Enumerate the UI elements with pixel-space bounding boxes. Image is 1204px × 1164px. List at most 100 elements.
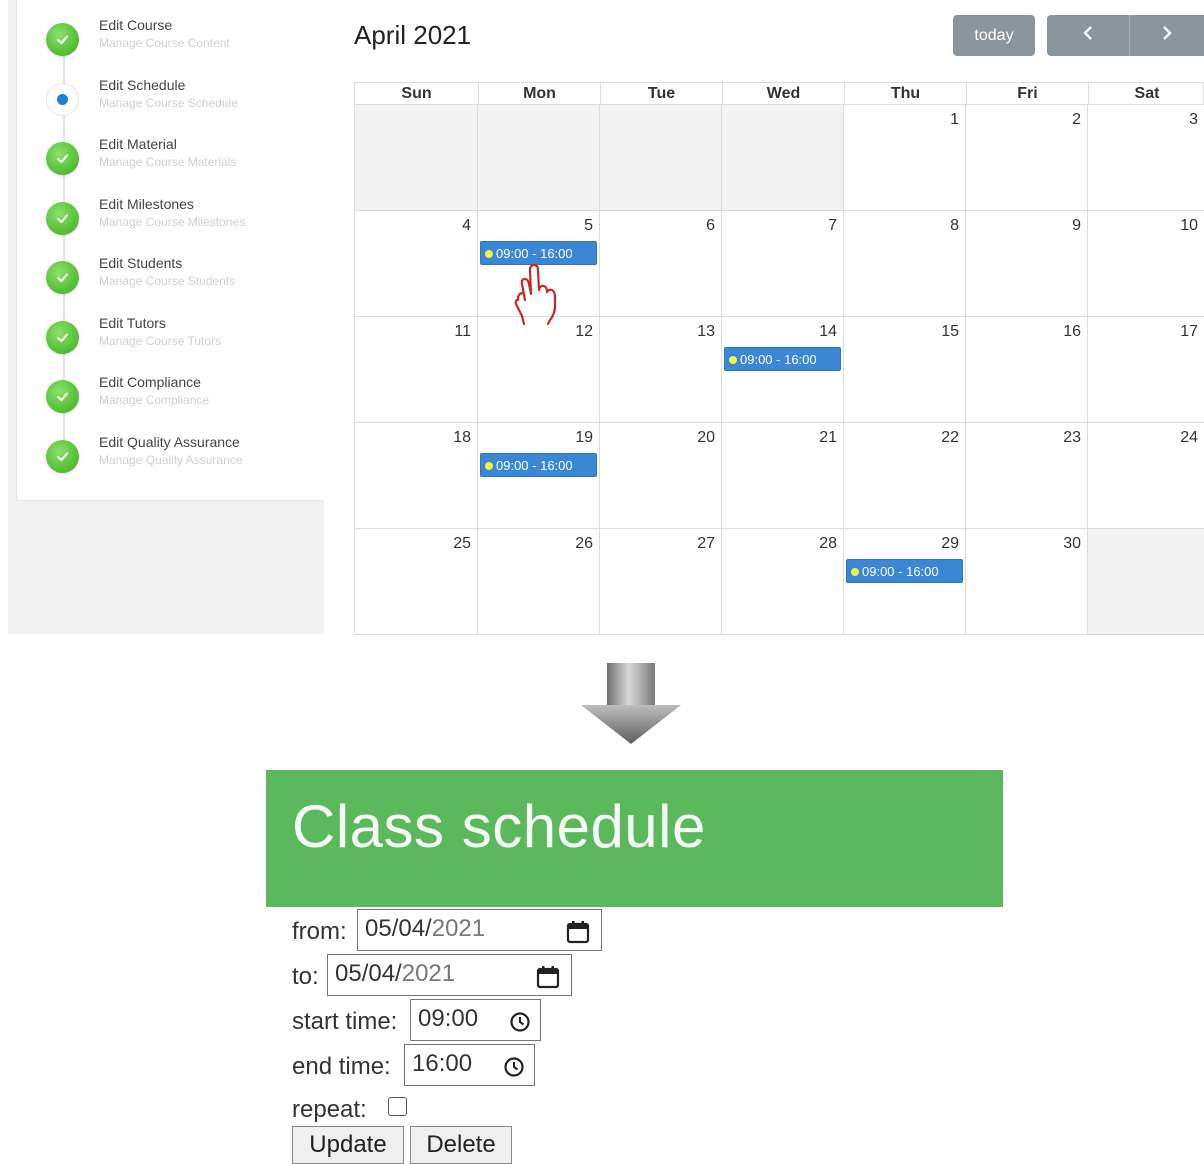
calendar-day-cell[interactable]: 1	[843, 105, 965, 211]
sidebar-step[interactable]: Edit Tutors Manage Course Tutors	[0, 315, 300, 365]
day-number: 17	[1180, 323, 1198, 340]
calendar-day-cell[interactable]: 14 09:00 - 16:00	[721, 317, 843, 423]
step-subtitle: Manage Course Content	[99, 36, 230, 50]
calendar-day-cell[interactable]	[1087, 529, 1204, 635]
day-number: 5	[584, 217, 593, 234]
calendar-day-cell[interactable]: 2	[965, 105, 1087, 211]
calendar-week-row: 18 19 09:00 - 16:00 20 21 22 23 24	[354, 423, 1204, 529]
step-title: Edit Milestones	[99, 196, 194, 212]
sidebar-step[interactable]: Edit Material Manage Course Materials	[0, 136, 300, 186]
calendar-event[interactable]: 09:00 - 16:00	[480, 453, 597, 477]
weekday-header: Mon	[478, 83, 600, 104]
calendar-day-cell[interactable]: 18	[354, 423, 477, 529]
day-number: 19	[575, 429, 593, 446]
calendar-day-cell[interactable]	[477, 105, 599, 211]
calendar-day-cell[interactable]	[721, 105, 843, 211]
calendar-day-cell[interactable]: 28	[721, 529, 843, 635]
calendar-day-cell[interactable]: 6	[599, 211, 721, 317]
calendar-day-cell[interactable]: 25	[354, 529, 477, 635]
current-step-dot-icon	[46, 83, 79, 116]
sidebar-step[interactable]: Edit Milestones Manage Course Milestones	[0, 196, 300, 246]
calendar-event[interactable]: 09:00 - 16:00	[846, 559, 963, 583]
step-subtitle: Manage Compliance	[99, 393, 210, 407]
end-time-value: 16:00	[412, 1050, 473, 1077]
event-time-label: 09:00 - 16:00	[496, 246, 573, 261]
calendar-month-grid: Sun Mon Tue Wed Thu Fri Sat 1 2 3 4 5 09:00 - 16:00…	[354, 82, 1204, 635]
calendar-day-cell[interactable]: 11	[354, 317, 477, 423]
calendar-day-cell[interactable]: 27	[599, 529, 721, 635]
calendar-day-cell[interactable]: 23	[965, 423, 1087, 529]
calendar-day-cell[interactable]: 12	[477, 317, 599, 423]
check-icon	[46, 380, 79, 413]
calendar-day-cell[interactable]: 29 09:00 - 16:00	[843, 529, 965, 635]
from-date-input[interactable]: 05/04/2021	[357, 909, 602, 951]
sidebar-step[interactable]: Edit Quality Assurance Manage Quality Ass…	[0, 434, 300, 484]
calendar-day-cell[interactable]: 24	[1087, 423, 1204, 529]
calendar-day-cell[interactable]	[599, 105, 721, 211]
today-button[interactable]: today	[953, 15, 1035, 56]
calendar-event[interactable]: 09:00 - 16:00	[724, 347, 841, 371]
event-time-label: 09:00 - 16:00	[740, 352, 817, 367]
calendar-day-cell[interactable]: 20	[599, 423, 721, 529]
calendar-day-cell[interactable]: 26	[477, 529, 599, 635]
calendar-day-cell[interactable]: 21	[721, 423, 843, 529]
start-time-input[interactable]: 09:00	[410, 999, 541, 1041]
day-number: 13	[697, 323, 715, 340]
end-time-label: end time:	[292, 1053, 391, 1080]
calendar-day-cell[interactable]: 22	[843, 423, 965, 529]
calendar-day-cell[interactable]: 9	[965, 211, 1087, 317]
from-date-value: 05/04/	[365, 915, 432, 942]
weekday-header: Thu	[844, 83, 966, 104]
sidebar-step[interactable]: Edit Course Manage Course Content	[0, 17, 300, 67]
to-label: to:	[292, 963, 319, 990]
calendar-day-cell[interactable]: 4	[354, 211, 477, 317]
to-date-input[interactable]: 05/04/2021	[327, 954, 572, 996]
calendar-day-cell[interactable]: 3	[1087, 105, 1204, 211]
end-time-input[interactable]: 16:00	[404, 1044, 535, 1086]
next-month-button[interactable]	[1129, 15, 1204, 56]
sidebar-step[interactable]: Edit Students Manage Course Students	[0, 255, 300, 305]
start-time-label: start time:	[292, 1008, 398, 1035]
calendar-day-cell[interactable]: 30	[965, 529, 1087, 635]
step-title: Edit Schedule	[99, 77, 186, 93]
day-number: 7	[828, 217, 837, 234]
clock-icon[interactable]	[509, 1011, 531, 1033]
calendar-day-cell[interactable]: 16	[965, 317, 1087, 423]
update-button[interactable]: Update	[292, 1126, 404, 1164]
calendar-day-cell[interactable]: 8	[843, 211, 965, 317]
step-title: Edit Course	[99, 17, 173, 33]
step-title: Edit Tutors	[99, 315, 166, 331]
day-number: 27	[697, 535, 715, 552]
step-subtitle: Manage Course Students	[99, 274, 236, 288]
check-icon	[46, 440, 79, 473]
prev-month-button[interactable]	[1047, 15, 1129, 56]
from-date-year: 2021	[431, 915, 486, 942]
delete-button[interactable]: Delete	[410, 1126, 512, 1164]
start-time-value: 09:00	[418, 1005, 479, 1032]
calendar-day-cell[interactable]: 17	[1087, 317, 1204, 423]
calendar-day-cell[interactable]: 7	[721, 211, 843, 317]
calendar-day-cell[interactable]: 15	[843, 317, 965, 423]
repeat-checkbox[interactable]	[388, 1097, 407, 1116]
calendar-day-cell[interactable]	[354, 105, 477, 211]
day-number: 25	[453, 535, 471, 552]
day-number: 3	[1189, 111, 1198, 128]
clock-icon[interactable]	[503, 1056, 525, 1078]
calendar-day-cell[interactable]: 13	[599, 317, 721, 423]
calendar-day-cell[interactable]: 10	[1087, 211, 1204, 317]
step-title: Edit Students	[99, 255, 183, 271]
sidebar-step[interactable]: Edit Schedule Manage Course Schedule	[0, 77, 300, 127]
day-number: 14	[819, 323, 837, 340]
check-icon	[46, 202, 79, 235]
step-subtitle: Manage Course Materials	[99, 155, 237, 169]
day-number: 8	[950, 217, 959, 234]
calendar-icon[interactable]	[566, 920, 590, 944]
calendar-week-row: 4 5 09:00 - 16:00 6 7 8 9 10	[354, 211, 1204, 317]
calendar-icon[interactable]	[536, 965, 560, 989]
to-date-value: 05/04/	[335, 960, 402, 987]
calendar-week-row: 11 12 13 14 09:00 - 16:00 15 16 17	[354, 317, 1204, 423]
event-dot-icon	[729, 356, 737, 364]
day-number: 20	[697, 429, 715, 446]
sidebar-step[interactable]: Edit Compliance Manage Compliance	[0, 374, 300, 424]
calendar-day-cell[interactable]: 19 09:00 - 16:00	[477, 423, 599, 529]
